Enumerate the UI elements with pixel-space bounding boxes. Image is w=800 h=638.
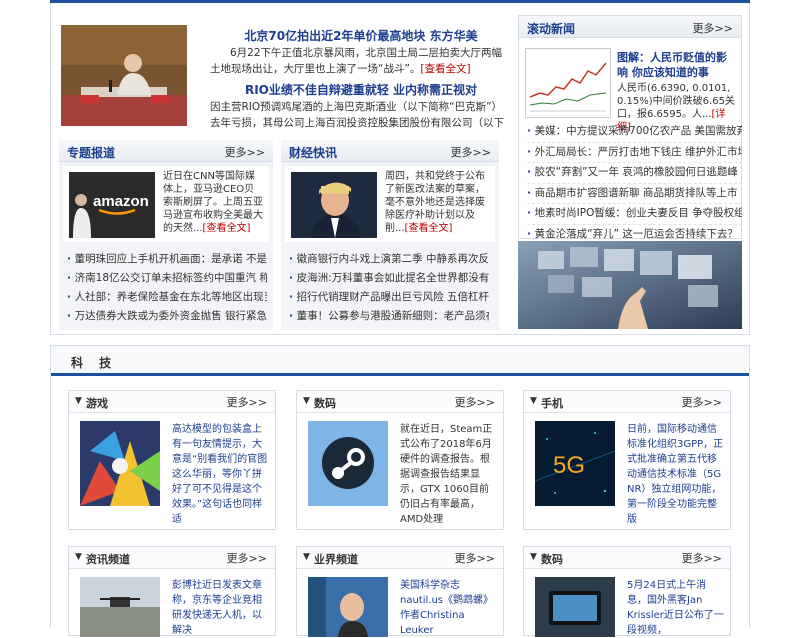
card-more-link[interactable]: 更多>> <box>455 550 495 566</box>
caijing-list: 徽商银行内斗戏上演第二季 中静系再次反对 皮海洲:万科董事会如此提名全世界都没有… <box>289 250 489 326</box>
list-item[interactable]: 地素时尚IPO暂缓：创业夫妻反目 争夺股权组 <box>527 204 742 225</box>
list-item[interactable]: 外汇局局长：严厉打击地下钱庄 维护外汇市场 <box>527 143 742 163</box>
headline-2-summary: 因主营RIO预调鸡尾酒的上海巴克斯酒业（以下简称“巴克斯”）去年亏损，其母公司上… <box>210 101 504 129</box>
card-text[interactable]: 5月24日式上午消息，国外黑客Jan Krissler近日公布了一段视频， <box>627 578 725 638</box>
list-item[interactable]: 人社部：养老保险基金在东北等地区出现当 <box>67 288 267 307</box>
card-youxi: ▼ 游戏 更多>> 高达模型的包装盒上有一句友情提示，大意是“别看我们的官图这么… <box>68 390 276 530</box>
card-shouji: ▼ 手机 更多>> 5G 日前，国际移动通信标准化组织3GPP，正式批准确立第五… <box>523 390 731 530</box>
triangle-icon: ▼ <box>530 396 537 406</box>
zhuanti-more-full[interactable]: [查看全文] <box>203 223 251 234</box>
card-title: 数码 <box>314 397 336 410</box>
caijing-header: 财经快讯 更多>> <box>281 140 499 162</box>
card-photo[interactable]: 5G <box>535 421 615 506</box>
5g-text: 5G <box>553 452 585 479</box>
triangle-icon: ▼ <box>303 552 310 562</box>
list-item[interactable]: 美媒：中方提议采购700亿农产品 美国需放弃 <box>527 122 742 143</box>
caijing-more-link[interactable]: 更多>> <box>451 144 491 160</box>
gundong-title: 滚动新闻 <box>527 22 576 36</box>
card-more-link[interactable]: 更多>> <box>227 394 267 410</box>
keji-title: 科 技 <box>71 356 118 370</box>
zhuanti-summary: 近日在CNN等国际媒体上，亚马逊CEO贝索斯刷屏了。上周五亚马逊宣布收购全美最大… <box>163 170 263 235</box>
keji-header: 科 技 <box>51 346 749 376</box>
card-more-link[interactable]: 更多>> <box>455 394 495 410</box>
card-title: 业界频道 <box>314 553 358 566</box>
gundong-header: 滚动新闻 更多>> <box>519 16 741 38</box>
headline-photo[interactable] <box>61 25 187 126</box>
zhuanti-header: 专题报道 更多>> <box>59 140 273 162</box>
gundong-more-link[interactable]: 更多>> <box>693 20 733 36</box>
zhuanti-more-link[interactable]: 更多>> <box>225 144 265 160</box>
gundong-list: 美媒：中方提议采购700亿农产品 美国需放弃 外汇局局长：严厉打击地下钱庄 维护… <box>527 122 742 245</box>
card-shuma-2: ▼ 数码 更多>> 5月24日式上午消息，国外黑客Jan Krissler近日公… <box>523 546 731 638</box>
card-header: ▼ 数码 更多>> <box>524 547 730 569</box>
card-text[interactable]: 美国科学杂志nautil.us《鹦鹉螺》作者Christina Leuker <box>400 578 498 638</box>
triangle-icon: ▼ <box>75 552 82 562</box>
triangle-icon: ▼ <box>303 396 310 406</box>
caijing-more-full[interactable]: [查看全文] <box>405 223 453 234</box>
list-item[interactable]: 胶农“弃割”又一年 哀鸿的橡胶园何日逃题峰 <box>527 163 742 184</box>
caijing-title: 财经快讯 <box>289 146 338 160</box>
headline-2-title[interactable]: RIO业绩不佳自辩避重就轻 业内称需正视对 <box>211 81 511 98</box>
zhuanti-title: 专题报道 <box>67 146 116 160</box>
card-photo[interactable] <box>80 421 160 506</box>
card-yejie: ▼ 业界频道 更多>> 美国科学杂志nautil.us《鹦鹉螺》作者Christ… <box>296 546 504 638</box>
gundong-feature-title[interactable]: 图解：人民币贬值的影响 你应该知道的事 <box>617 50 737 80</box>
news-top-block: 北京70亿拍出近2年单价最高地块 东方华美 6月22下午正值北京暴风雨，北京国土… <box>50 3 750 335</box>
headline-1-more-link[interactable]: [查看全文] <box>420 63 470 75</box>
zhuanti-list: 董明珠回应上手机开机画面：是承诺 不是因 济南18亿公交订单未招标签约中国重汽 … <box>67 250 267 326</box>
card-photo[interactable] <box>308 421 388 506</box>
list-item[interactable]: 皮海洲:万科董事会如此提名全世界都没有 <box>289 269 489 288</box>
gundong-panel: 滚动新闻 更多>> 图解：人民币贬值的影响 你应该知道的事 人民币(6.6390… <box>518 15 742 245</box>
list-item[interactable]: 董明珠回应上手机开机画面：是承诺 不是因 <box>67 250 267 269</box>
card-title: 数码 <box>541 553 563 566</box>
card-title: 手机 <box>541 397 563 410</box>
list-item[interactable]: 济南18亿公交订单未招标签约中国重汽 称不 <box>67 269 267 288</box>
card-text[interactable]: 日前，国际移动通信标准化组织3GPP，正式批准确立第五代移动通信技术标准（5G … <box>627 422 725 527</box>
card-more-link[interactable]: 更多>> <box>682 550 722 566</box>
card-header: ▼ 数码 更多>> <box>297 391 503 413</box>
list-item[interactable]: 万达债券大跌或为委外资金抛售 银行紧急开 <box>67 307 267 326</box>
card-text[interactable]: 就在近日，Steam正式公布了2018年6月硬件的调查报告。根据调查报告结果显示… <box>400 422 498 527</box>
card-more-link[interactable]: 更多>> <box>227 550 267 566</box>
card-text[interactable]: 高达模型的包装盒上有一句友情提示，大意是“别看我们的官图这么华丽，等你丫拼好了可… <box>172 422 270 527</box>
list-item[interactable]: 董事！公募参与港股通新细则：老产品须在 <box>289 307 489 326</box>
card-photo[interactable] <box>80 577 160 637</box>
caijing-photo[interactable] <box>291 172 377 238</box>
card-title: 资讯频道 <box>86 553 130 566</box>
card-title: 游戏 <box>86 397 108 410</box>
headline-1-title[interactable]: 北京70亿拍出近2年单价最高地块 东方华美 <box>211 27 511 44</box>
card-more-link[interactable]: 更多>> <box>682 394 722 410</box>
card-shuma: ▼ 数码 更多>> 就在近日，Steam正式公布了2018年6月硬件的调查报告。… <box>296 390 504 530</box>
zhuanti-panel: 专题报道 更多>> amazon 近日在CNN等国际媒体上，亚马逊CEO贝索斯刷… <box>59 140 273 330</box>
headline-1-summary: 6月22下午正值北京暴风雨，北京国土局二层拍卖大厅两幅土地现场出让，大厅里也上演… <box>210 45 510 77</box>
tech-banner-image[interactable] <box>518 241 742 329</box>
triangle-icon: ▼ <box>530 552 537 562</box>
amazon-logo-text: amazon <box>93 193 149 210</box>
keji-section: 科 技 ▼ 游戏 更多>> 高达模型的包装盒上有一句友情提示，大意是“别看我们的… <box>50 345 750 637</box>
triangle-icon: ▼ <box>75 396 82 406</box>
list-item[interactable]: 商品期市扩容图谱新聊 商品期货排队等上市 <box>527 184 742 204</box>
card-header: ▼ 手机 更多>> <box>524 391 730 413</box>
card-header: ▼ 资讯频道 更多>> <box>69 547 275 569</box>
card-photo[interactable] <box>535 577 615 637</box>
list-item[interactable]: 招行代销理财产品曝出巨亏风险 五倍杠杆抽 <box>289 288 489 307</box>
gundong-chart-thumb[interactable] <box>525 48 611 118</box>
caijing-summary: 周四，共和党终于公布了新医改法案的草案，毫不意外地还是选择废除医疗补助计划以及削… <box>385 170 485 235</box>
list-item[interactable]: 徽商银行内斗戏上演第二季 中静系再次反对 <box>289 250 489 269</box>
card-header: ▼ 业界频道 更多>> <box>297 547 503 569</box>
card-text[interactable]: 彭博社近日发表文章称，京东等企业竞相研发快递无人机，以解决 <box>172 578 270 638</box>
card-header: ▼ 游戏 更多>> <box>69 391 275 413</box>
card-zixun: ▼ 资讯频道 更多>> 彭博社近日发表文章称，京东等企业竞相研发快递无人机，以解… <box>68 546 276 638</box>
caijing-panel: 财经快讯 更多>> 周四，共和党终于公布了新医改法案的草案，毫不意外地还是选择废… <box>281 140 499 330</box>
card-photo[interactable] <box>308 577 388 637</box>
zhuanti-photo[interactable]: amazon <box>69 172 155 238</box>
